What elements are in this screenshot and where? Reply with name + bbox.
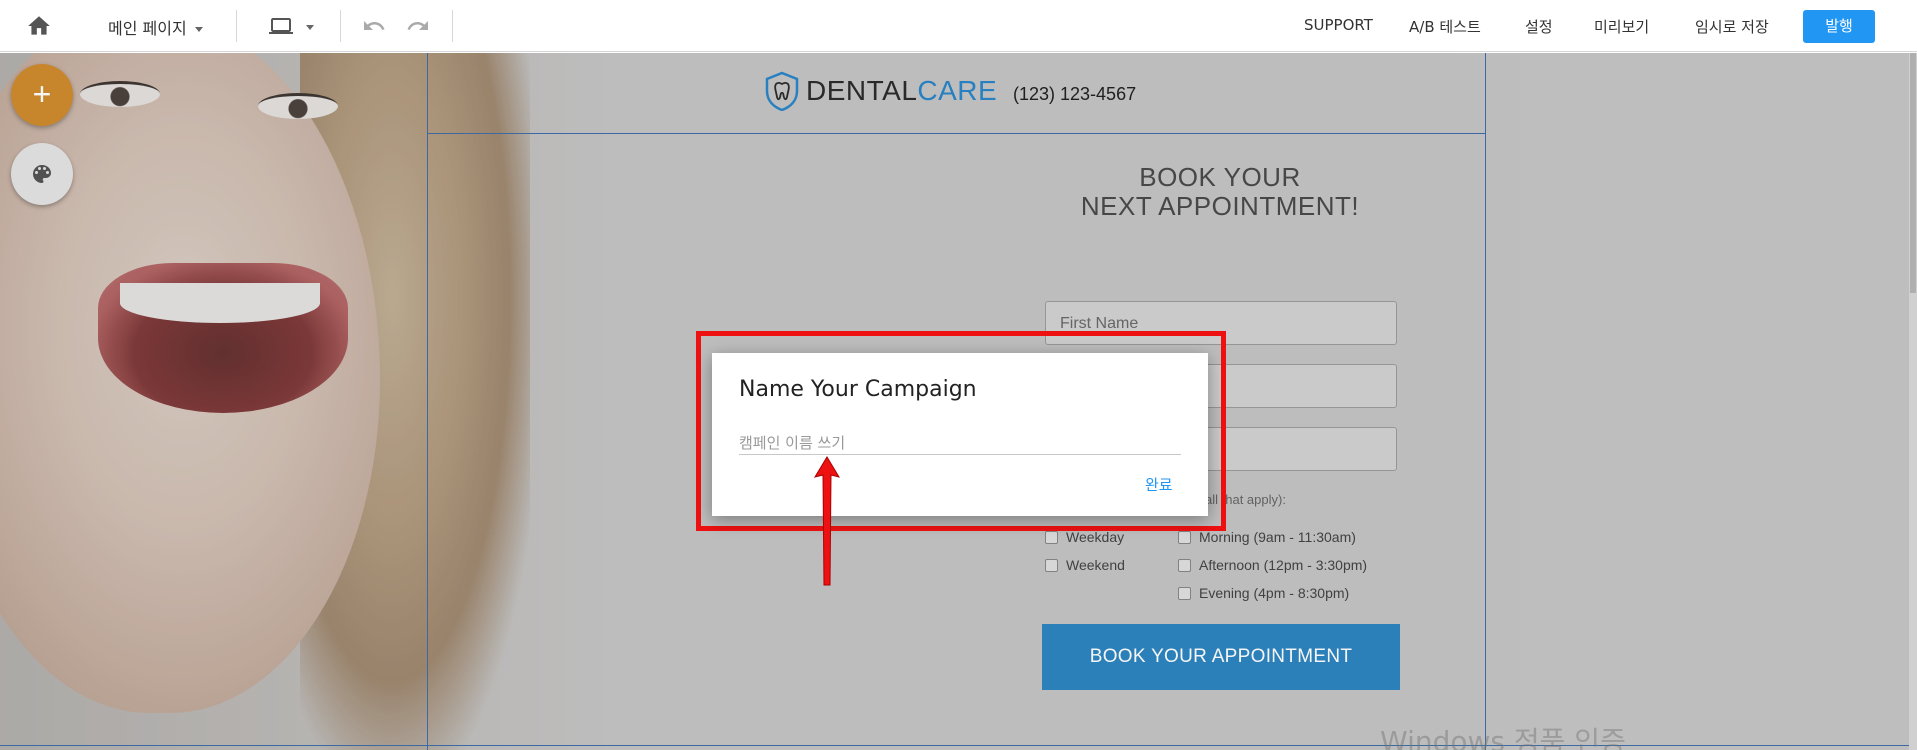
dialog-title: Name Your Campaign	[739, 377, 977, 402]
redo-button[interactable]	[405, 14, 431, 38]
home-button[interactable]	[26, 13, 52, 39]
redo-icon	[407, 21, 428, 30]
ab-test-link[interactable]: A/B 테스트	[1409, 16, 1481, 37]
settings-link[interactable]: 설정	[1525, 16, 1553, 37]
undo-icon	[364, 21, 385, 30]
publish-button[interactable]: 발행	[1803, 10, 1875, 43]
top-toolbar: 메인 페이지 SUPPORT A/B 테스트 설정 미리보기 임시로 저장 발행	[0, 0, 1917, 52]
undo-button[interactable]	[361, 14, 387, 38]
laptop-icon	[269, 18, 293, 34]
arrow-up-icon	[813, 456, 841, 586]
divider	[340, 10, 341, 42]
device-selector[interactable]	[266, 14, 314, 43]
chevron-down-icon	[194, 27, 203, 32]
home-icon	[28, 16, 50, 35]
campaign-name-input[interactable]	[739, 431, 1181, 455]
chevron-down-icon	[306, 25, 314, 30]
page-selector[interactable]: 메인 페이지	[108, 15, 203, 39]
page-selector-label: 메인 페이지	[108, 19, 187, 38]
support-link[interactable]: SUPPORT	[1304, 16, 1373, 34]
divider	[452, 10, 453, 42]
confirm-button[interactable]: 완료	[1145, 474, 1173, 495]
name-campaign-dialog: Name Your Campaign 완료	[712, 353, 1208, 516]
save-draft-link[interactable]: 임시로 저장	[1695, 16, 1769, 37]
divider	[236, 10, 237, 42]
preview-link[interactable]: 미리보기	[1594, 16, 1649, 37]
